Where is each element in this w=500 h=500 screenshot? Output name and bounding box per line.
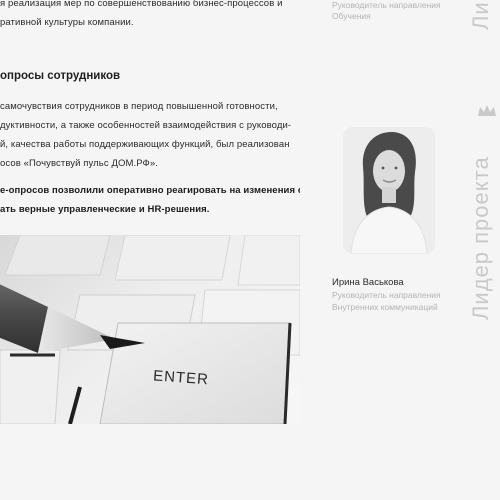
crown-icon bbox=[478, 105, 496, 116]
paragraph-line: ать верные управленческие и HR-решения. bbox=[0, 204, 210, 215]
section-heading: опросы сотрудников bbox=[0, 70, 121, 82]
paragraph-line: самочувствия сотрудников в период повыше… bbox=[0, 101, 278, 112]
person-role-line: Руководитель направления bbox=[332, 290, 441, 300]
person-role-line: Руководитель направления bbox=[332, 0, 441, 10]
section-paragraph-2: е-опросов позволили оперативно реагирова… bbox=[0, 181, 300, 219]
portrait-photo bbox=[343, 127, 435, 254]
person-card-top: Руководитель направления Обучения bbox=[332, 0, 441, 22]
person-role-line: Внутренних коммуникаций bbox=[332, 302, 438, 312]
paragraph-line: й, качества работы поддерживающих функци… bbox=[0, 139, 290, 150]
person-card-bottom: Ирина Васькова Руководитель направления … bbox=[332, 276, 441, 313]
paragraph-line: осов «Почувствуй пульс ДОМ.РФ». bbox=[0, 158, 158, 169]
section-paragraph-1: самочувствия сотрудников в период повыше… bbox=[0, 97, 300, 173]
vertical-label-top: Ли bbox=[468, 1, 493, 30]
intro-line: я реализация мер по совершенствованию би… bbox=[0, 0, 283, 9]
person-role-line: Обучения bbox=[332, 11, 371, 21]
intro-line: ративной культуры компании. bbox=[0, 17, 134, 28]
keyboard-photo: ENTER bbox=[0, 235, 300, 424]
paragraph-line: е-опросов позволили оперативно реагирова… bbox=[0, 185, 300, 196]
person-name: Ирина Васькова bbox=[332, 277, 404, 288]
intro-paragraph: я реализация мер по совершенствованию би… bbox=[0, 0, 300, 32]
paragraph-line: дуктивности, а также особенностей взаимо… bbox=[0, 120, 292, 131]
vertical-label-bottom: Лидер проекта bbox=[468, 156, 493, 320]
